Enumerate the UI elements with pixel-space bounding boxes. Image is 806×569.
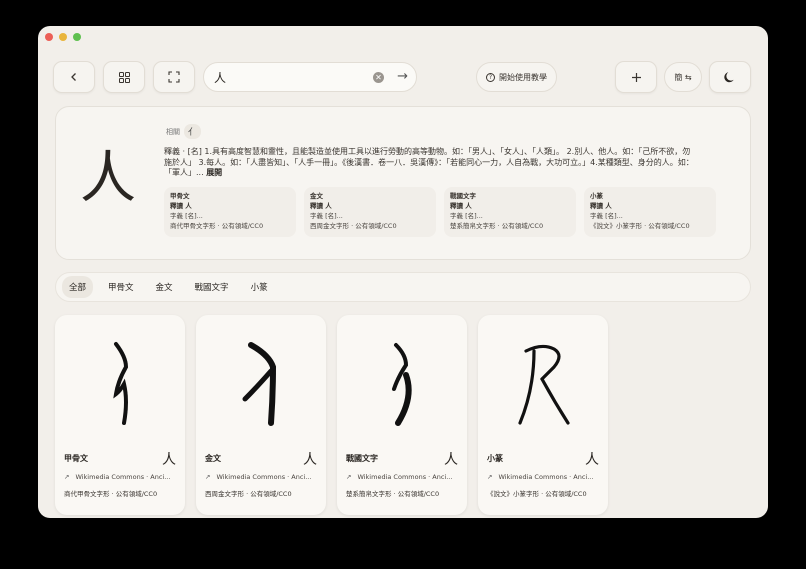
- seal-script-glyph-icon: [487, 323, 599, 445]
- script-gloss: 字義 [名]...: [450, 212, 483, 220]
- tab-seal-script[interactable]: 小篆: [244, 276, 275, 298]
- glyph-source[interactable]: ↗ Wikimedia Commons · Anci...: [205, 473, 311, 481]
- glyph-title: 小篆: [487, 454, 503, 463]
- x-circle-icon[interactable]: ✕: [373, 72, 384, 83]
- script-source: 商代甲骨文字形 · 公有領域/CC0: [170, 222, 264, 230]
- script-reading: 釋讀 人: [170, 202, 192, 210]
- glyph-card[interactable]: 小篆 人 ↗ Wikimedia Commons · Anci... 《說文》小篆…: [478, 315, 608, 515]
- warring-states-glyph-icon: [346, 323, 458, 445]
- script-reading: 釋讀 人: [450, 202, 472, 210]
- tab-bronze[interactable]: 金文: [149, 276, 180, 298]
- script-source: 《說文》小篆字形 · 公有領域/CC0: [590, 222, 690, 230]
- related-label: 相關: [166, 127, 180, 136]
- script-gloss: 字義 [名]...: [590, 212, 623, 220]
- bronze-glyph-icon: [205, 323, 317, 445]
- glyph-license: 楚系簡帛文字形 · 公有領域/CC0: [346, 490, 440, 498]
- zoom-window-button[interactable]: [73, 33, 81, 41]
- character-info-card: 人 相關 亻 釋義 · [名] 1.具有高度智慧和靈性，且能製造並使用工具以進行…: [55, 106, 751, 260]
- script-title: 金文: [310, 192, 323, 200]
- search-bar[interactable]: ✕ →: [203, 62, 417, 92]
- glyph-source[interactable]: ↗ Wikimedia Commons · Anci...: [346, 473, 452, 481]
- glyph-title: 甲骨文: [64, 454, 88, 463]
- glyph-source-text: Wikimedia Commons · Anci...: [75, 473, 171, 481]
- script-reading: 釋讀 人: [590, 202, 612, 210]
- oracle-bone-glyph-icon: [64, 323, 176, 445]
- external-link-icon: ↗: [64, 473, 70, 481]
- grid-view-button[interactable]: [103, 61, 145, 93]
- fullscreen-button[interactable]: [153, 61, 195, 93]
- grid-icon: [118, 71, 130, 83]
- glyph-source-text: Wikimedia Commons · Anci...: [498, 473, 594, 481]
- script-title: 戰國文字: [450, 192, 476, 200]
- glyph-license: 《說文》小篆字形 · 公有領域/CC0: [487, 490, 587, 498]
- main-character: 人: [80, 146, 136, 211]
- script-summary-list: 甲骨文 釋讀 人 字義 [名]... 商代甲骨文字形 · 公有領域/CC0 金文…: [164, 187, 716, 237]
- traffic-lights: [45, 33, 81, 41]
- toolbar: ✕ → ? 開始使用教學 簡 ⇆: [53, 61, 753, 93]
- close-window-button[interactable]: [45, 33, 53, 41]
- script-summary-card[interactable]: 金文 釋讀 人 字義 [名]... 西周金文字形 · 公有領域/CC0: [304, 187, 436, 237]
- script-reading: 釋讀 人: [310, 202, 332, 210]
- theme-toggle-button[interactable]: [709, 61, 751, 93]
- back-button[interactable]: [53, 61, 95, 93]
- minimize-window-button[interactable]: [59, 33, 67, 41]
- related-characters: 相關 亻: [166, 124, 202, 139]
- add-button[interactable]: [615, 61, 657, 93]
- convert-label: 簡 ⇆: [674, 72, 692, 82]
- tab-oracle-bone[interactable]: 甲骨文: [101, 276, 141, 298]
- glyph-license: 西周金文字形 · 公有領域/CC0: [205, 490, 292, 498]
- glyph-char: 人: [585, 452, 599, 468]
- script-title: 小篆: [590, 192, 603, 200]
- script-summary-card[interactable]: 戰國文字 釋讀 人 字義 [名]... 楚系簡帛文字形 · 公有領域/CC0: [444, 187, 576, 237]
- question-icon: ?: [486, 72, 495, 82]
- glyph-card[interactable]: 戰國文字 人 ↗ Wikimedia Commons · Anci... 楚系簡帛…: [337, 315, 467, 515]
- external-link-icon: ↗: [487, 473, 493, 481]
- glyph-license: 商代甲骨文字形 · 公有領域/CC0: [64, 490, 158, 498]
- script-title: 甲骨文: [170, 192, 190, 200]
- plus-icon: [631, 72, 641, 82]
- related-char-chip[interactable]: 亻: [184, 124, 202, 139]
- glyph-source-text: Wikimedia Commons · Anci...: [216, 473, 312, 481]
- script-source: 楚系簡帛文字形 · 公有領域/CC0: [450, 222, 544, 230]
- glyph-source-text: Wikimedia Commons · Anci...: [357, 473, 453, 481]
- glyph-card[interactable]: 甲骨文 人 ↗ Wikimedia Commons · Anci... 商代甲骨文…: [55, 315, 185, 515]
- expand-icon: [168, 71, 180, 83]
- script-source: 西周金文字形 · 公有領域/CC0: [310, 222, 397, 230]
- glyph-card[interactable]: 金文 人 ↗ Wikimedia Commons · Anci... 西周金文字形…: [196, 315, 326, 515]
- script-gloss: 字義 [名]...: [170, 212, 203, 220]
- script-gloss: 字義 [名]...: [310, 212, 343, 220]
- moon-icon: [724, 72, 734, 83]
- tutorial-label: 開始使用教學: [499, 72, 547, 82]
- script-filter-tabs: 全部 甲骨文 金文 戰國文字 小篆: [55, 272, 751, 302]
- search-input[interactable]: [214, 70, 364, 84]
- external-link-icon: ↗: [205, 473, 211, 481]
- definition-body: 釋義 · [名] 1.具有高度智慧和靈性，且能製造並使用工具以進行勞動的高等動物…: [164, 147, 694, 177]
- glyph-source[interactable]: ↗ Wikimedia Commons · Anci...: [487, 473, 593, 481]
- script-convert-button[interactable]: 簡 ⇆: [664, 62, 702, 92]
- script-summary-card[interactable]: 小篆 釋讀 人 字義 [名]... 《說文》小篆字形 · 公有領域/CC0: [584, 187, 716, 237]
- expand-link[interactable]: 展開: [206, 168, 222, 177]
- arrow-right-icon[interactable]: →: [397, 69, 408, 84]
- glyph-title: 戰國文字: [346, 454, 378, 463]
- glyph-char: 人: [303, 452, 317, 468]
- external-link-icon: ↗: [346, 473, 352, 481]
- tab-warring-states[interactable]: 戰國文字: [188, 276, 236, 298]
- definition-text: 釋義 · [名] 1.具有高度智慧和靈性，且能製造並使用工具以進行勞動的高等動物…: [164, 147, 694, 179]
- app-window: ✕ → ? 開始使用教學 簡 ⇆ 人 相關 亻 釋義 · [名] 1.具有高度智…: [38, 26, 768, 518]
- chevron-left-icon: [71, 73, 76, 81]
- glyph-source[interactable]: ↗ Wikimedia Commons · Anci...: [64, 473, 170, 481]
- tab-all[interactable]: 全部: [62, 276, 94, 298]
- glyph-title: 金文: [205, 454, 221, 463]
- glyph-char: 人: [444, 452, 458, 468]
- glyph-char: 人: [162, 452, 176, 468]
- script-summary-card[interactable]: 甲骨文 釋讀 人 字義 [名]... 商代甲骨文字形 · 公有領域/CC0: [164, 187, 296, 237]
- tutorial-button[interactable]: ? 開始使用教學: [476, 62, 557, 92]
